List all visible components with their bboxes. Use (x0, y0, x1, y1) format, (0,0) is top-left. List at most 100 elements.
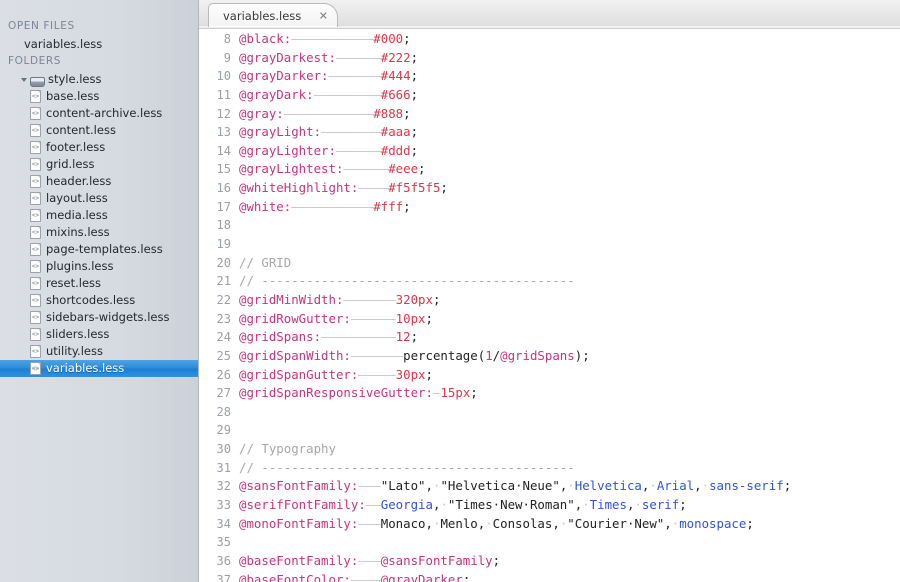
chevron-down-icon[interactable] (21, 78, 27, 82)
line-content[interactable] (239, 216, 900, 235)
code-line: 28 (199, 403, 900, 422)
line-content[interactable]: // -------------------------------------… (239, 459, 900, 478)
file-icon: <> (30, 226, 41, 239)
sidebar-item-mixins-less[interactable]: <>mixins.less (0, 224, 198, 241)
token-punct: ; (493, 553, 500, 568)
folder-icon (30, 75, 43, 85)
open-file-item[interactable]: variables.less (0, 36, 198, 53)
code-editor[interactable]: 8@black:———————————#000;9@grayDarkest:——… (199, 29, 900, 582)
line-number: 24 (199, 328, 239, 347)
line-content[interactable]: @black:———————————#000; (239, 30, 900, 49)
token-tab: —————— (336, 143, 381, 158)
file-icon: <> (30, 141, 41, 154)
token-ws: · (440, 497, 447, 512)
line-number: 23 (199, 310, 239, 329)
sidebar-item-media-less[interactable]: <>media.less (0, 207, 198, 224)
sidebar-item-reset-less[interactable]: <> reset.less (0, 275, 198, 292)
line-content[interactable]: @serifFontFamily:——Georgia,·"Times·New·R… (239, 496, 900, 515)
sidebar-item-layout-less[interactable]: <>layout.less (0, 190, 198, 207)
line-number: 33 (199, 496, 239, 515)
sidebar-item-footer-less[interactable]: <>footer.less (0, 139, 198, 156)
line-content[interactable]: @white:———————————#fff; (239, 198, 900, 217)
token-var: @monoFontFamily: (239, 516, 358, 531)
line-content[interactable]: @grayLighter:——————#ddd; (239, 142, 900, 161)
token-punct: ; (411, 68, 418, 83)
sidebar-item-shortcodes-less[interactable]: <>shortcodes.less (0, 292, 198, 309)
line-content[interactable] (239, 421, 900, 440)
line-number: 8 (199, 30, 239, 49)
line-content[interactable]: @sansFontFamily:———"Lato",·"Helvetica·Ne… (239, 477, 900, 496)
close-icon[interactable]: ✕ (319, 10, 328, 21)
token-var: @sansFontFamily: (239, 478, 358, 493)
line-content[interactable]: @grayDark:—————————#666; (239, 86, 900, 105)
line-content[interactable]: @gridSpans:——————————12; (239, 328, 900, 347)
sidebar-folder-style-less[interactable]: style.less (0, 71, 198, 88)
sidebar-item-content-less[interactable]: <>content.less (0, 122, 198, 139)
token-var: @grayDark: (239, 87, 314, 102)
line-content[interactable]: // GRID (239, 254, 900, 273)
line-content[interactable]: @gridMinWidth:———————320px; (239, 291, 900, 310)
sidebar-item-sidebars-widgets-less[interactable]: <>sidebars-widgets.less (0, 309, 198, 326)
line-number: 20 (199, 254, 239, 273)
token-var: @baseFontFamily: (239, 553, 358, 568)
token-tab: ——— (358, 478, 380, 493)
line-content[interactable]: @whiteHighlight:————#f5f5f5; (239, 179, 900, 198)
line-content[interactable]: @gridRowGutter:——————10px; (239, 310, 900, 329)
code-line: 15@grayLightest:——————#eee; (199, 160, 900, 179)
sidebar-item-label: media.less (46, 207, 108, 224)
token-ident: serif (642, 497, 679, 512)
code-line: 32@sansFontFamily:———"Lato",·"Helvetica·… (199, 477, 900, 496)
token-tab: —————— (343, 161, 388, 176)
token-tab: —————————— (321, 329, 396, 344)
token-var: @black: (239, 31, 291, 46)
line-content[interactable]: @gray:————————————#888; (239, 105, 900, 124)
code-line: 13@grayLight:————————#aaa; (199, 123, 900, 142)
token-punct: , (694, 478, 701, 493)
token-tab: ————— (358, 367, 395, 382)
file-icon: <> (30, 192, 41, 205)
line-content[interactable]: @gridSpanWidth:———————percentage(1/@grid… (239, 347, 900, 366)
line-content[interactable]: @grayDarkest:——————#222; (239, 49, 900, 68)
line-content[interactable]: @grayDarker:———————#444; (239, 67, 900, 86)
token-var: @whiteHighlight: (239, 180, 358, 195)
line-content[interactable]: @monoFontFamily:———Monaco,·Menlo,·Consol… (239, 515, 900, 534)
token-val: #888 (373, 106, 403, 121)
line-content[interactable] (239, 235, 900, 254)
line-number: 10 (199, 67, 239, 86)
line-content[interactable]: @baseFontFamily:———@sansFontFamily; (239, 552, 900, 571)
sidebar-item-sliders-less[interactable]: <>sliders.less (0, 326, 198, 343)
line-content[interactable]: // Typography (239, 440, 900, 459)
line-content[interactable] (239, 533, 900, 552)
file-icon: <> (30, 277, 41, 290)
token-tab: ———————————— (284, 106, 374, 121)
token-tab: ———— (358, 180, 388, 195)
sidebar-item-label: sliders.less (46, 326, 109, 343)
line-content[interactable]: @grayLight:————————#aaa; (239, 123, 900, 142)
line-content[interactable]: @grayLightest:——————#eee; (239, 160, 900, 179)
line-number: 37 (199, 571, 239, 582)
file-icon: <> (30, 124, 41, 137)
token-num: 1 (485, 348, 492, 363)
sidebar-item-label: reset.less (46, 275, 101, 292)
line-content[interactable]: @baseFontColor:————@grayDarker; (239, 571, 900, 582)
sidebar-item-grid-less[interactable]: <>grid.less (0, 156, 198, 173)
code-line: 10@grayDarker:———————#444; (199, 67, 900, 86)
token-ident: Georgia (381, 497, 433, 512)
line-content[interactable] (239, 403, 900, 422)
sidebar-item-header-less[interactable]: <>header.less (0, 173, 198, 190)
token-tab: —————— (351, 311, 396, 326)
sidebar-item-base-less[interactable]: <>base.less (0, 88, 198, 105)
token-tab: ——————————— (291, 31, 373, 46)
line-content[interactable]: // -------------------------------------… (239, 272, 900, 291)
tab-variables-less[interactable]: variables.less ✕ (208, 3, 338, 27)
sidebar-item-variables-less[interactable]: <>variables.less (0, 360, 199, 377)
tab-label: variables.less (223, 9, 301, 23)
sidebar-item-content-archive-less[interactable]: <>content-archive.less (0, 105, 198, 122)
token-tab: ————————— (314, 87, 381, 102)
line-content[interactable]: @gridSpanGutter:—————30px; (239, 366, 900, 385)
folders-heading: FOLDERS (0, 53, 198, 71)
sidebar-item-plugins-less[interactable]: <>plugins.less (0, 258, 198, 275)
sidebar-item-utility-less[interactable]: <>utility.less (0, 343, 198, 360)
sidebar-item-page-templates-less[interactable]: <>page-templates.less (0, 241, 198, 258)
line-content[interactable]: @gridSpanResponsiveGutter:—15px; (239, 384, 900, 403)
